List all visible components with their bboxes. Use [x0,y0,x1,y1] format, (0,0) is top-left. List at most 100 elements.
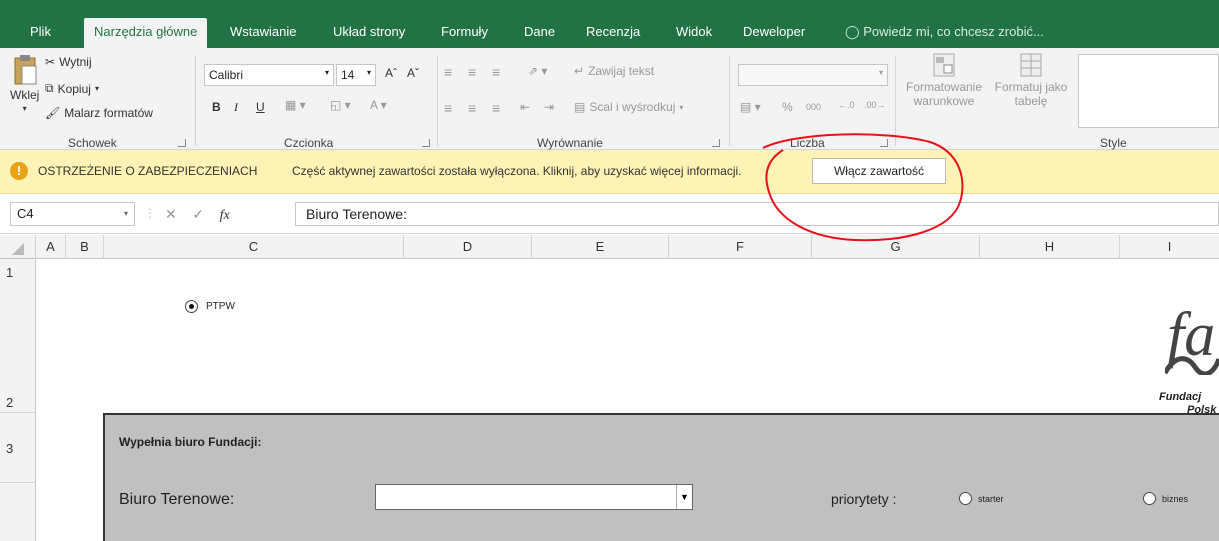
column-header-d[interactable]: D [404,235,532,259]
grow-font-button[interactable]: Aˆ [385,66,397,80]
warning-icon: ! [10,162,28,180]
top-align-icon[interactable]: ≡ [444,64,452,80]
shrink-font-icon: Aˇ [407,66,419,80]
cancel-icon[interactable]: ✕ [165,206,177,222]
dialog-launcher-icon[interactable] [178,139,186,147]
insert-function-button[interactable]: fx [220,208,230,223]
radio-biznes[interactable]: biznes [1143,492,1188,505]
italic-button[interactable]: I [234,100,238,115]
tab-insert[interactable]: Wstawianie [230,24,296,39]
font-color-button[interactable]: A ▾ [370,98,387,112]
underline-button[interactable]: U [256,100,265,114]
column-header-h[interactable]: H [980,235,1120,259]
column-headers: A B C D E F G H I [0,235,1219,259]
orientation-icon[interactable]: ⇗ ▾ [528,64,547,78]
format-as-table-button[interactable]: Formatuj jako tabelę [990,52,1072,108]
tell-me-box[interactable]: ◯ Powiedz mi, co chcesz zrobić... [845,24,1044,40]
column-header-g[interactable]: G [812,235,980,259]
dropdown-arrow-icon[interactable]: ▼ [676,485,692,509]
enable-content-button[interactable]: Włącz zawartość [812,158,946,184]
tab-file[interactable]: Plik [30,24,51,39]
tab-data[interactable]: Dane [524,24,555,39]
select-all-corner[interactable] [0,235,36,259]
tab-review[interactable]: Recenzja [586,24,640,39]
name-box[interactable]: C4 ▾ [10,202,135,226]
dialog-launcher-icon[interactable] [712,139,720,147]
font-size-select[interactable]: 14 ▾ [336,64,376,86]
cut-button[interactable]: ✂ Wytnij [45,55,92,69]
format-painter-button[interactable]: 🖌 Malarz formatów [45,106,153,120]
dialog-launcher-icon[interactable] [422,139,430,147]
paste-button[interactable]: Wklej ▾ [10,54,39,113]
align-right-icon[interactable]: ≡ [492,100,500,116]
fill-color-button[interactable]: ◱ ▾ [330,98,351,112]
brush-icon: 🖌 [45,106,61,120]
chevron-down-icon: ▾ [878,68,883,77]
column-header-c[interactable]: C [104,235,404,259]
radio-starter[interactable]: starter [959,492,1004,505]
divider [195,56,196,146]
formula-input[interactable]: Biuro Terenowe: [295,202,1219,226]
decrease-indent-icon[interactable]: ⇤ [520,100,530,114]
chevron-down-icon: ▾ [366,68,371,77]
ribbon: Wklej ▾ ✂ Wytnij ⧉ Kopiuj ▾ 🖌 Malarz formató… [0,48,1219,150]
row-header-3[interactable]: 3 [0,413,36,483]
column-header-e[interactable]: E [532,235,669,259]
security-message[interactable]: Część aktywnej zawartości została wyłącz… [292,164,742,178]
wrap-text-button[interactable]: ↵ Zawijaj tekst [574,64,654,78]
tab-home[interactable]: Narzędzia główne [84,18,208,48]
tab-developer[interactable]: Deweloper [743,24,805,39]
radio-empty-icon [959,492,972,505]
thousands-button[interactable]: 000 [806,102,821,112]
currency-button[interactable]: ▤ ▾ [740,100,761,114]
tab-formulas[interactable]: Formuły [441,24,488,39]
enter-icon[interactable]: ✓ [192,206,204,222]
percent-button[interactable]: % [782,100,793,114]
scissors-icon: ✂ [45,55,56,69]
radio-empty-icon [1143,492,1156,505]
form-section-title: Wypełnia biuro Fundacji: [119,435,262,449]
row-header-4[interactable] [0,483,36,541]
column-header-i[interactable]: I [1120,235,1219,259]
cell-styles-gallery[interactable] [1078,54,1219,128]
tab-page-layout[interactable]: Układ strony [333,24,405,39]
column-header-a[interactable]: A [36,235,66,259]
increase-decimal-icon[interactable]: ←.0 [838,100,855,110]
currency-icon: ▤ ▾ [740,100,761,114]
group-label-clipboard: Schowek [68,136,117,150]
borders-button[interactable]: ▦ ▾ [285,98,306,112]
shrink-font-button[interactable]: Aˇ [407,66,419,80]
copy-icon: ⧉ [45,81,54,95]
number-format-select[interactable]: ▾ [738,64,888,86]
font-name-select[interactable]: Calibri ▾ [204,64,334,86]
middle-align-icon[interactable]: ≡ [468,64,476,80]
align-left-icon[interactable]: ≡ [444,100,452,116]
conditional-formatting-button[interactable]: Formatowanie warunkowe [900,52,988,108]
tab-view[interactable]: Widok [676,24,712,39]
office-combobox[interactable]: ▼ [375,484,693,510]
formula-bar: C4 ▾ ⋮ ✕ ✓ fx Biuro Terenowe: [0,194,1219,234]
row-header-1[interactable]: 12 [0,259,36,413]
bold-button[interactable]: B [212,100,221,114]
decrease-decimal-icon[interactable]: .00→ [864,100,886,110]
align-center-icon[interactable]: ≡ [468,100,476,116]
chevron-down-icon: ▾ [94,84,99,93]
increase-indent-icon[interactable]: ⇥ [544,100,554,114]
radio-ptpw[interactable]: PTPW [185,300,235,313]
worksheet[interactable]: PTPW fa Fundacj Polsk Wypełnia biuro Fun… [37,259,1219,541]
conditional-format-icon [933,53,955,77]
dialog-launcher-icon[interactable] [880,139,888,147]
bottom-align-icon[interactable]: ≡ [492,64,500,80]
drag-handle-icon[interactable]: ⋮ [144,206,156,220]
copy-button[interactable]: ⧉ Kopiuj ▾ [45,81,99,96]
column-header-b[interactable]: B [66,235,104,259]
security-title: OSTRZEŻENIE O ZABEZPIECZENIACH [38,164,258,178]
row-header-2[interactable]: 2 [6,395,13,410]
office-form-area: Wypełnia biuro Fundacji: Biuro Terenowe: [103,413,1219,541]
merge-center-button[interactable]: ▤ Scal i wyśrodkuj ▾ [574,100,683,114]
foundation-logo-icon: fa [1165,301,1219,375]
chevron-down-icon: ▾ [123,209,128,218]
title-bar [0,0,1219,8]
formula-buttons: ✕ ✓ fx [165,206,230,224]
column-header-f[interactable]: F [669,235,812,259]
